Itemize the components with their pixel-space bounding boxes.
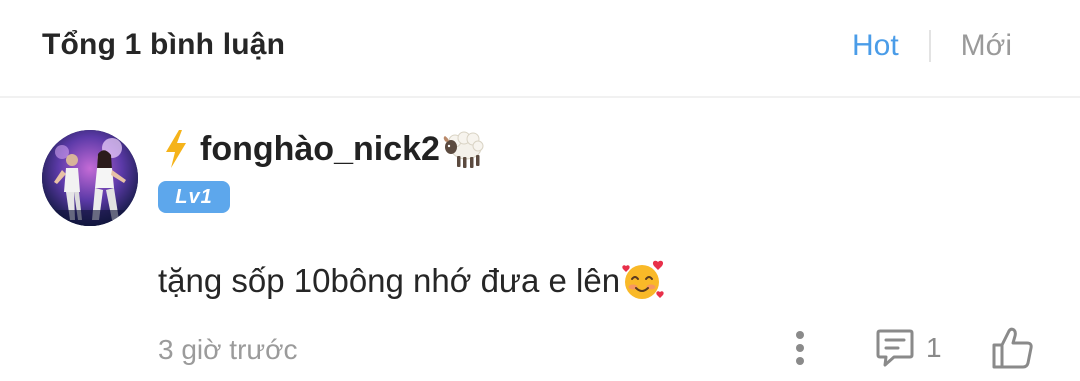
username-row[interactable]: fonghào_nick2 bbox=[162, 128, 488, 170]
like-button[interactable] bbox=[990, 326, 1036, 370]
more-dot-icon bbox=[796, 331, 804, 339]
comments-header: Tổng 1 bình luận Hot Mới bbox=[0, 0, 1080, 98]
thumbs-up-icon bbox=[992, 327, 1033, 369]
tab-hot[interactable]: Hot bbox=[852, 29, 899, 63]
more-dot-icon bbox=[796, 357, 804, 365]
level-badge: Lv1 bbox=[158, 181, 230, 213]
sheep-emoji-icon bbox=[443, 131, 484, 168]
reply-count: 1 bbox=[926, 332, 942, 363]
comment-count-title: Tổng 1 bình luận bbox=[42, 28, 286, 61]
reply-button[interactable]: 1 bbox=[874, 326, 942, 370]
lightning-bolt-icon bbox=[166, 130, 186, 168]
more-dot-icon bbox=[796, 344, 804, 352]
comment-text: tặng sốp 10bông nhớ đưa e lên bbox=[158, 262, 621, 299]
avatar[interactable] bbox=[42, 130, 138, 226]
tab-divider bbox=[928, 30, 931, 62]
more-options-button[interactable] bbox=[786, 326, 814, 370]
smiling-face-with-hearts-icon bbox=[622, 260, 664, 299]
username: fonghào_nick2 bbox=[200, 129, 440, 168]
comment-body: tặng sốp 10bông nhớ đưa e lên bbox=[158, 258, 666, 304]
tab-new[interactable]: Mới bbox=[961, 29, 1012, 63]
comment-bubble-icon bbox=[876, 329, 914, 367]
comment-item: fonghào_nick2 Lv1 tặng sốp 10bông nhớ đư… bbox=[0, 100, 1080, 381]
timestamp: 3 giờ trước bbox=[158, 334, 298, 365]
comment-meta: 3 giờ trước 1 bbox=[0, 326, 1080, 376]
sort-tabs: Hot Mới bbox=[852, 29, 1012, 63]
avatar-image bbox=[42, 130, 138, 226]
